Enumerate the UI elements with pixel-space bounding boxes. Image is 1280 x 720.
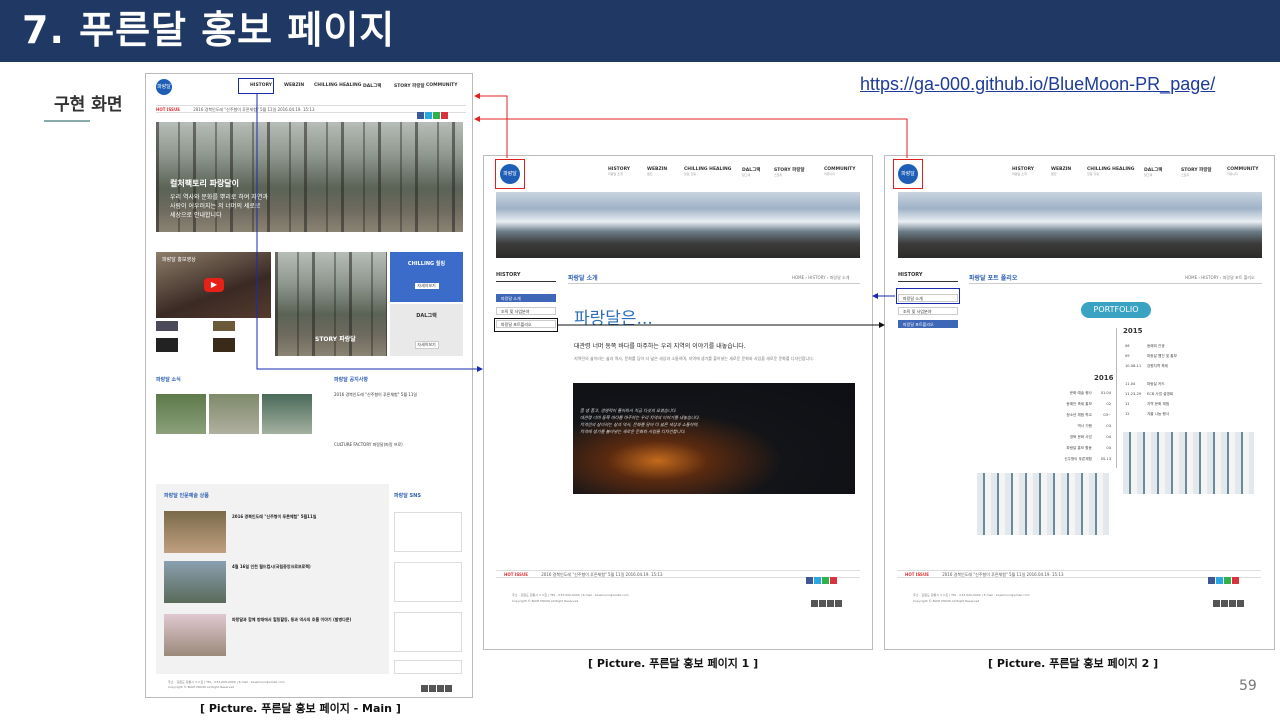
red-arrow-page1 bbox=[474, 93, 508, 158]
annotation-arrows bbox=[256, 93, 908, 372]
red-arrow-page2 bbox=[474, 116, 908, 158]
blue-arrow-main bbox=[256, 94, 483, 372]
